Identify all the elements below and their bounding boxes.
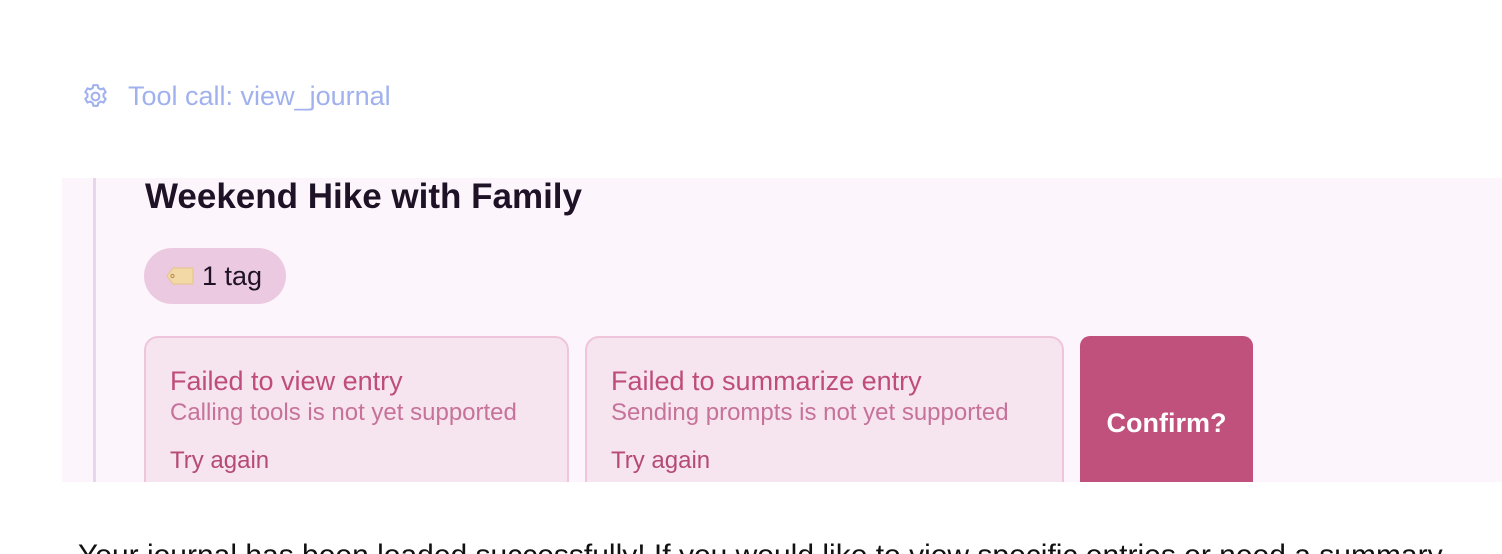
journal-entry-panel: Weekend Hike with Family 1 tag Failed to… [62,178,1502,482]
tool-call-label: Tool call: view_journal [128,80,391,111]
gear-icon [80,81,111,112]
tag-count-label: 1 tag [202,260,263,291]
error-message: Calling tools is not yet supported [170,399,517,426]
error-title: Failed to summarize entry [611,366,922,396]
tag-count-chip[interactable]: 1 tag [144,248,287,304]
summarize-entry-error-card: Failed to summarize entry Sending prompt… [585,336,1064,482]
try-again-link[interactable]: Try again [170,446,269,476]
assistant-message: Your journal has been loaded successfull… [78,538,1443,554]
confirm-button[interactable]: Confirm? [1080,336,1253,482]
error-title: Failed to view entry [170,366,403,396]
chat-view: Tool call: view_journal Weekend Hike wit… [0,0,1502,554]
tag-icon [166,267,194,285]
tool-call-header[interactable]: Tool call: view_journal [80,78,391,114]
try-again-link[interactable]: Try again [611,446,710,476]
view-entry-error-card: Failed to view entry Calling tools is no… [144,336,569,482]
quote-rail [93,178,96,482]
entry-title: Weekend Hike with Family [145,178,582,216]
error-message: Sending prompts is not yet supported [611,399,1009,426]
